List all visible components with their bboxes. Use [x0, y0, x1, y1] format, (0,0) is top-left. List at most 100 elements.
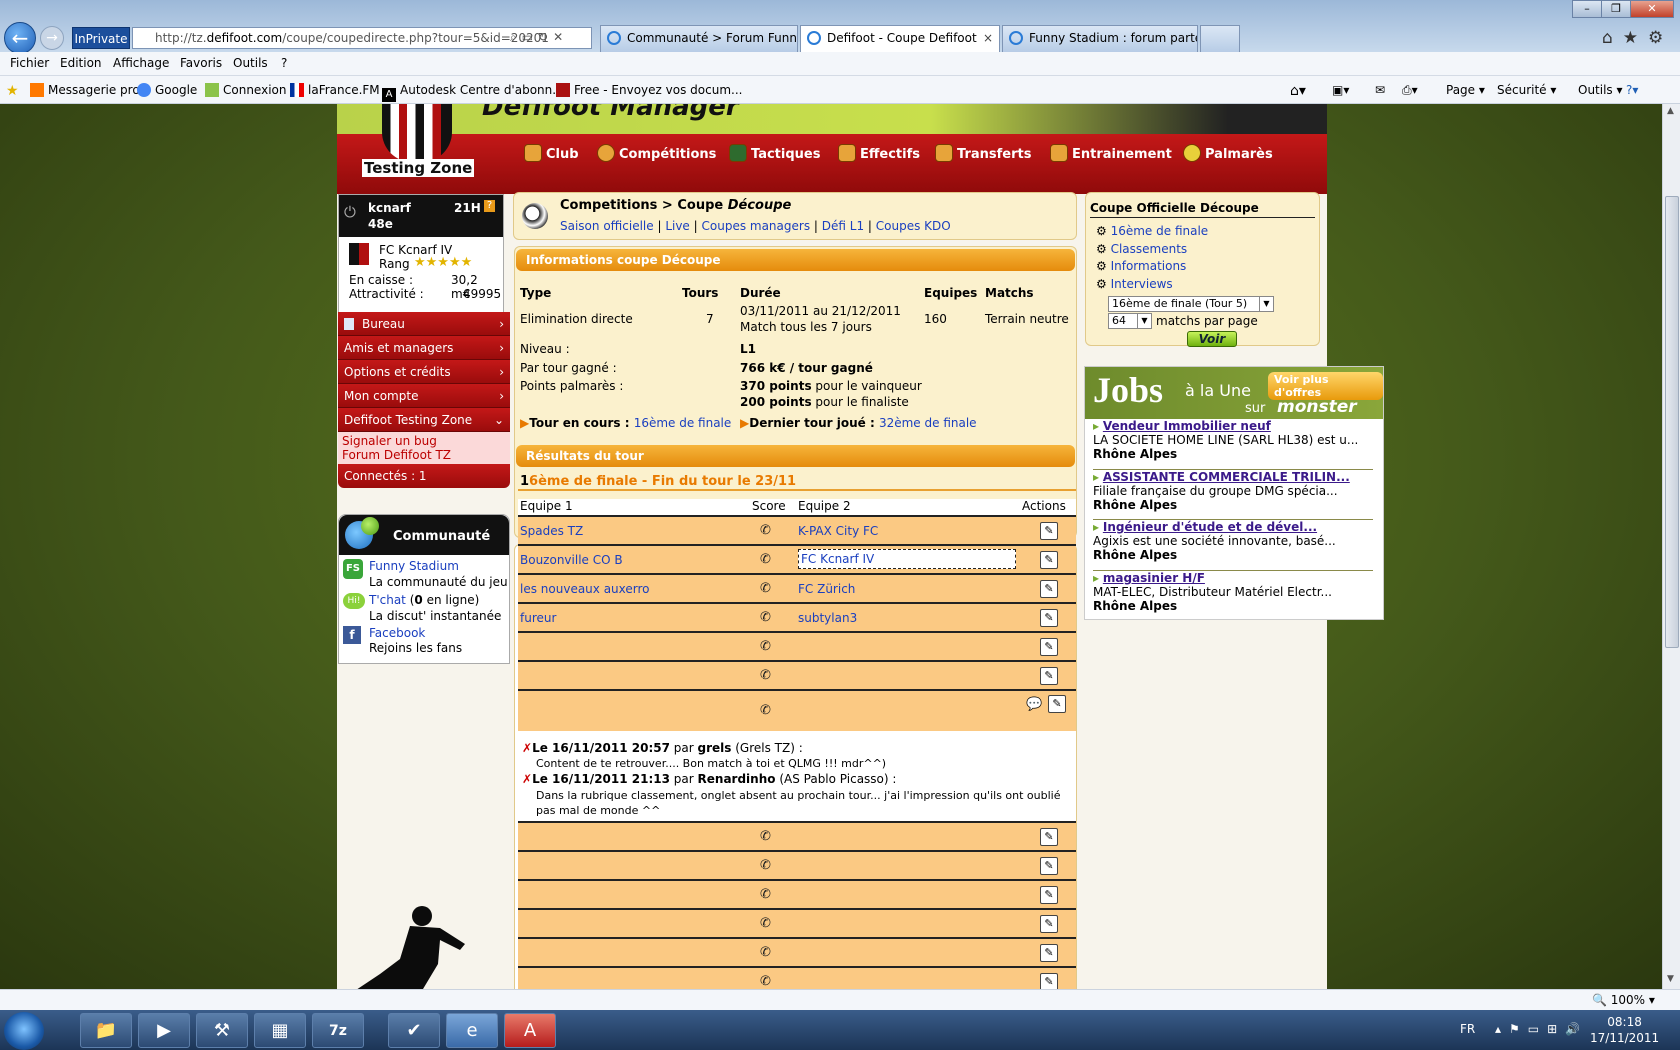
nav-transferts[interactable]: Transferts [935, 144, 1031, 162]
menu-options[interactable]: Options et crédits › [338, 360, 510, 384]
tab-forum-funny[interactable]: Communauté > Forum Funny ... [600, 25, 798, 52]
scroll-thumb[interactable] [1665, 196, 1679, 648]
internet-explorer-icon[interactable]: e [446, 1013, 498, 1048]
menu-outils[interactable]: Outils [233, 56, 268, 70]
fav-lafrance[interactable]: laFrance.FM [290, 83, 380, 97]
explorer-icon[interactable]: 📁 [80, 1013, 132, 1048]
job-title[interactable]: ASSISTANTE COMMERCIALE TRILIN... [1103, 470, 1350, 484]
round-select[interactable]: 16ème de finale (Tour 5) ▼ [1108, 296, 1274, 312]
menu-help[interactable]: ? [281, 56, 287, 70]
menu-amis[interactable]: Amis et managers › [338, 336, 510, 360]
link-coupes-kdo[interactable]: Coupes KDO [876, 219, 951, 233]
stop-icon[interactable]: ✕ [553, 30, 568, 44]
vertical-scrollbar[interactable]: ▲ ▼ [1662, 104, 1680, 989]
voir-button[interactable]: Voir [1187, 331, 1237, 347]
nav-club[interactable]: Club [524, 144, 579, 162]
delete-icon[interactable]: ✗ [522, 741, 532, 755]
edit-icon[interactable]: ✎ [1040, 580, 1058, 598]
phone-icon[interactable]: ✆ [760, 581, 772, 597]
scroll-down-icon[interactable]: ▼ [1667, 974, 1674, 984]
clock[interactable]: 08:18 17/11/2011 [1590, 1014, 1659, 1046]
print-icon[interactable]: ⎙▾ [1402, 83, 1418, 98]
link-saison-officielle[interactable]: Saison officielle [560, 219, 654, 233]
edit-icon[interactable]: ✎ [1040, 973, 1058, 989]
securite-menu[interactable]: Sécurité ▾ [1497, 83, 1556, 97]
job-title[interactable]: Vendeur Immobilier neuf [1103, 419, 1271, 433]
back-button[interactable]: ← [4, 22, 36, 54]
link-interviews[interactable]: Interviews [1111, 277, 1173, 291]
job-title[interactable]: magasinier H/F [1103, 571, 1205, 585]
refresh-icon[interactable]: ↻ [538, 30, 553, 44]
link-dernier-tour[interactable]: 32ème de finale [879, 416, 977, 430]
team1-link[interactable]: fureur [520, 611, 556, 625]
phone-icon[interactable]: ✆ [760, 916, 772, 932]
fav-connexion[interactable]: Connexion [205, 83, 287, 97]
menu-compte[interactable]: Mon compte › [338, 384, 510, 408]
tab-funny-stadium[interactable]: Funny Stadium : forum parten... [1002, 25, 1198, 52]
favorites-star-icon[interactable]: ★ [1623, 28, 1648, 48]
fav-messagerie[interactable]: Messagerie pro [30, 83, 140, 97]
nav-entrainement[interactable]: Entrainement [1050, 144, 1172, 162]
phone-icon[interactable]: ✆ [760, 523, 772, 539]
outils-menu[interactable]: Outils ▾ [1578, 83, 1623, 97]
power-icon[interactable]: ⏻ [344, 203, 356, 221]
address-tools[interactable]: ⌕▭↻✕ [510, 30, 568, 45]
link-facebook[interactable]: Facebook [369, 626, 425, 640]
edit-icon[interactable]: ✎ [1040, 638, 1058, 656]
menu-favoris[interactable]: Favoris [180, 56, 222, 70]
favorites-star-icon[interactable]: ★ [6, 83, 19, 99]
edit-icon[interactable]: ✎ [1040, 551, 1058, 569]
start-button[interactable] [4, 1012, 44, 1050]
phone-icon[interactable]: ✆ [760, 668, 772, 684]
link-tchat[interactable]: T'chat [369, 593, 406, 607]
fav-free[interactable]: Free - Envoyez vos docum... [556, 83, 742, 97]
count-select[interactable]: 64 ▼ [1108, 313, 1152, 329]
nav-palmares[interactable]: Palmarès [1183, 144, 1273, 162]
edit-icon[interactable]: ✎ [1040, 828, 1058, 846]
team2-link[interactable]: K-PAX City FC [798, 524, 878, 538]
team2-link[interactable]: FC Kcnarf IV [798, 549, 1016, 569]
link-signaler-bug[interactable]: Signaler un bug [342, 434, 506, 448]
fav-autodesk[interactable]: A Autodesk Centre d'abonn... [382, 83, 564, 102]
rss-icon[interactable]: ▣▾ [1332, 83, 1349, 97]
help-icon[interactable]: ?▾ [1626, 83, 1638, 97]
edit-icon[interactable]: ✎ [1048, 695, 1066, 713]
edit-icon[interactable]: ✎ [1040, 944, 1058, 962]
mail-icon[interactable]: ✉ [1375, 83, 1385, 97]
archive-icon[interactable]: ⚒ [196, 1013, 248, 1048]
phone-icon[interactable]: ✆ [760, 829, 772, 845]
phone-icon[interactable]: ✆ [760, 887, 772, 903]
edit-icon[interactable]: ✎ [1040, 522, 1058, 540]
language-indicator[interactable]: FR [1460, 1022, 1475, 1036]
nav-competitions[interactable]: Compétitions [597, 144, 716, 162]
tray-icons[interactable]: ▴⚑▭⊞🔊 [1495, 1022, 1588, 1036]
team1-link[interactable]: Bouzonville CO B [520, 553, 623, 567]
settings-gear-icon[interactable]: ⚙ [1648, 28, 1673, 48]
minimize-button[interactable]: – [1572, 0, 1602, 18]
home-cmd-icon[interactable]: ⌂▾ [1290, 83, 1306, 99]
edit-icon[interactable]: ✎ [1040, 667, 1058, 685]
phone-icon[interactable]: ✆ [760, 974, 772, 989]
job-title[interactable]: Ingénieur d'étude et de dével... [1103, 520, 1317, 534]
link-forum-tz[interactable]: Forum Defifoot TZ [342, 448, 506, 462]
team2-link[interactable]: subtylan3 [798, 611, 857, 625]
page-menu[interactable]: Page ▾ [1446, 83, 1485, 97]
phone-icon[interactable]: ✆ [760, 552, 772, 568]
link-defi-l1[interactable]: Défi L1 [822, 219, 864, 233]
menu-fichier[interactable]: Fichier [10, 56, 49, 70]
link-16eme[interactable]: 16ème de finale [1111, 224, 1209, 238]
phone-icon[interactable]: ✆ [760, 610, 772, 626]
home-icon[interactable]: ⌂ [1602, 28, 1623, 48]
zoom-control[interactable]: 🔍 100% ▾ [1592, 993, 1655, 1007]
menu-bureau[interactable]: Bureau › [338, 312, 510, 336]
nav-effectifs[interactable]: Effectifs [838, 144, 920, 162]
info-icon[interactable]: ? [484, 200, 495, 212]
7zip-icon[interactable]: 7z [312, 1013, 364, 1048]
compat-icon[interactable]: ▭ [522, 30, 538, 44]
edit-icon[interactable]: ✎ [1040, 886, 1058, 904]
link-informations[interactable]: Informations [1111, 259, 1187, 273]
edit-icon[interactable]: ✎ [1040, 857, 1058, 875]
delete-icon[interactable]: ✗ [522, 772, 532, 786]
nav-tactiques[interactable]: Tactiques [729, 144, 820, 162]
phone-icon[interactable]: ✆ [760, 858, 772, 874]
